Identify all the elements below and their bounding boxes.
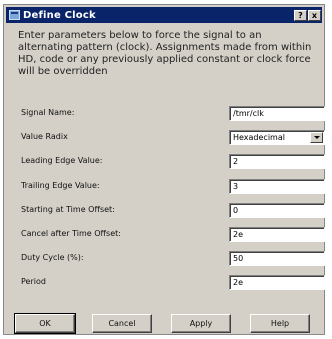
signal-name-row: Signal Name: /tmr/clk (21, 106, 325, 122)
cancel-offset-input[interactable]: 2e (229, 227, 325, 242)
value-radix-selected: Hexadecimal (233, 133, 285, 142)
period-input[interactable]: 2e (229, 275, 325, 290)
leading-edge-input[interactable]: 2 (229, 154, 325, 169)
leading-edge-label: Leading Edge Value: (21, 156, 103, 165)
period-label: Period (21, 277, 46, 286)
define-clock-dialog: Define Clock ? x Enter parameters below … (3, 4, 325, 335)
value-radix-row: Value Radix Hexadecimal (21, 130, 325, 146)
help-icon[interactable]: ? (294, 9, 307, 21)
cancel-offset-label: Cancel after Time Offset: (21, 229, 121, 238)
start-offset-input[interactable]: 0 (229, 203, 325, 218)
trailing-edge-input[interactable]: 3 (229, 179, 325, 194)
trailing-edge-label: Trailing Edge Value: (21, 181, 100, 190)
dialog-title: Define Clock (23, 9, 96, 21)
duty-cycle-input[interactable]: 50 (229, 251, 325, 266)
start-offset-label: Starting at Time Offset: (21, 205, 115, 214)
trailing-edge-row: Trailing Edge Value: 3 (21, 179, 325, 195)
duty-cycle-row: Duty Cycle (%): 50 (21, 251, 325, 267)
apply-button[interactable]: Apply (171, 314, 231, 333)
close-icon[interactable]: x (308, 9, 321, 21)
signal-name-label: Signal Name: (21, 108, 75, 117)
start-offset-row: Starting at Time Offset: 0 (21, 203, 325, 219)
cancel-button[interactable]: Cancel (92, 314, 152, 333)
value-radix-label: Value Radix (21, 132, 68, 141)
help-button[interactable]: Help (250, 314, 310, 333)
dialog-description: Enter parameters below to force the sign… (18, 30, 312, 77)
period-row: Period 2e (21, 275, 325, 291)
window-icon (9, 10, 20, 20)
ok-button[interactable]: OK (14, 313, 76, 334)
leading-edge-row: Leading Edge Value: 2 (21, 154, 325, 170)
value-radix-select[interactable]: Hexadecimal (229, 130, 325, 145)
cancel-offset-row: Cancel after Time Offset: 2e (21, 227, 325, 243)
signal-name-input[interactable]: /tmr/clk (229, 106, 325, 121)
title-bar[interactable]: Define Clock ? x (6, 7, 322, 23)
chevron-down-icon[interactable] (310, 132, 323, 143)
duty-cycle-label: Duty Cycle (%): (21, 253, 84, 262)
